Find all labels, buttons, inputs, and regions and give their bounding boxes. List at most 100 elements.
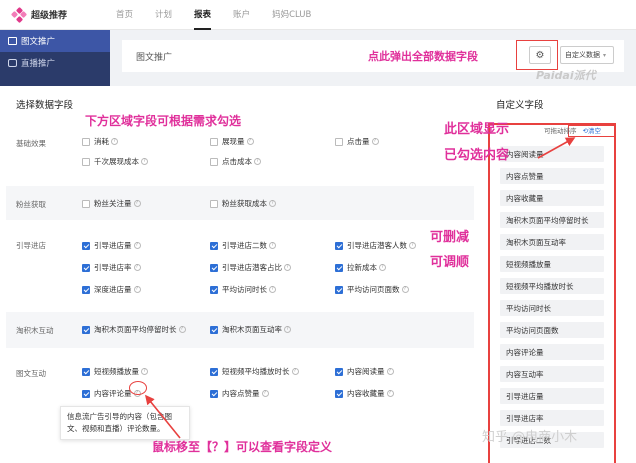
help-icon[interactable]: ?: [261, 390, 269, 397]
checkbox[interactable]: [82, 157, 90, 166]
help-icon[interactable]: ?: [386, 390, 394, 397]
field-clicks[interactable]: 点击量?: [335, 136, 379, 147]
help-icon[interactable]: ?: [409, 242, 416, 249]
checkbox-checked[interactable]: [210, 241, 218, 250]
help-icon[interactable]: ?: [133, 242, 141, 249]
field-taojimu-dwell[interactable]: 淘积木页面平均停留时长?: [82, 324, 186, 335]
help-icon[interactable]: ?: [133, 286, 141, 293]
help-icon[interactable]: ?: [284, 326, 291, 333]
custom-field-chip[interactable]: 淘积木页面平均停留时长: [500, 212, 604, 228]
logo[interactable]: 超级推荐: [10, 6, 116, 23]
checkbox[interactable]: [335, 137, 343, 146]
custom-field-chip[interactable]: 内容收藏量: [500, 190, 604, 206]
custom-field-chip[interactable]: 内容阅读量: [500, 146, 604, 162]
watermark-zhihu: 知乎 @电商小木: [482, 430, 578, 445]
checkbox-checked[interactable]: [210, 389, 218, 398]
field-cpc[interactable]: 点击成本?: [210, 156, 261, 167]
checkbox[interactable]: [82, 199, 90, 208]
field-content-favorites[interactable]: 内容收藏量?: [335, 388, 394, 399]
help-icon[interactable]: ?: [178, 326, 186, 333]
field-avg-visit-time[interactable]: 平均访问时长?: [210, 284, 276, 295]
field-store-prospects[interactable]: 引导进店潜客人数?: [335, 240, 416, 251]
field-acquisition-cost[interactable]: 拉新成本?: [335, 262, 386, 273]
checkbox-checked[interactable]: [210, 263, 218, 272]
field-prospect-ratio[interactable]: 引导进店潜客占比?: [210, 262, 291, 273]
field-consume[interactable]: 消耗?: [82, 136, 118, 147]
checkbox-checked[interactable]: [82, 367, 90, 376]
help-icon[interactable]: ?: [386, 368, 394, 375]
checkbox[interactable]: [82, 137, 90, 146]
checkbox-checked[interactable]: [335, 285, 343, 294]
nav-club[interactable]: 妈妈CLUB: [272, 0, 311, 30]
field-video-plays[interactable]: 短视频播放量?: [82, 366, 148, 377]
field-store-visit-count[interactable]: 引导进店二数?: [210, 240, 276, 251]
help-icon[interactable]: ?: [111, 138, 118, 145]
help-icon[interactable]: ?: [254, 158, 261, 165]
field-settings-button[interactable]: ⚙: [529, 46, 551, 64]
help-icon[interactable]: ?: [284, 264, 291, 271]
checkbox-checked[interactable]: [210, 325, 218, 334]
help-icon[interactable]: ?: [269, 242, 276, 249]
custom-field-chip[interactable]: 短视频平均播放时长: [500, 278, 604, 294]
help-icon[interactable]: ?: [246, 138, 254, 145]
help-icon[interactable]: ?: [141, 158, 148, 165]
custom-field-chip[interactable]: 平均访问时长: [500, 300, 604, 316]
checkbox-checked[interactable]: [82, 325, 90, 334]
sidebar-item-image-text[interactable]: 图文推广: [0, 30, 110, 52]
checkbox-checked[interactable]: [210, 285, 218, 294]
field-store-visit-rate[interactable]: 引导进店率?: [82, 262, 141, 273]
checkbox[interactable]: [210, 157, 218, 166]
checkbox-checked[interactable]: [335, 241, 343, 250]
nav-report[interactable]: 报表: [194, 0, 212, 30]
custom-field-chip[interactable]: 平均访问页面数: [500, 322, 604, 338]
field-label: 引导进店潜客人数: [347, 241, 407, 250]
help-icon[interactable]: ?: [269, 286, 276, 293]
field-label: 淘积木页面平均停留时长: [94, 325, 177, 334]
field-label: 引导进店潜客占比: [222, 263, 282, 272]
field-content-likes[interactable]: 内容点赞量?: [210, 388, 269, 399]
custom-field-chip[interactable]: 短视频播放量: [500, 256, 604, 272]
custom-field-chip[interactable]: 内容点赞量: [500, 168, 604, 184]
sidebar-item-live[interactable]: 直播推广: [0, 52, 110, 74]
help-icon[interactable]: ?: [133, 200, 141, 207]
field-avg-pages[interactable]: 平均访问页面数?: [335, 284, 409, 295]
clear-link[interactable]: ⟲清空: [583, 127, 601, 135]
category-name: 图文互动: [16, 369, 46, 378]
nav-plan[interactable]: 计划: [155, 0, 172, 30]
help-icon[interactable]: ?: [371, 138, 379, 145]
custom-field-chip[interactable]: 引导进店量: [500, 388, 604, 404]
help-icon[interactable]: ?: [379, 264, 386, 271]
field-taojimu-interact[interactable]: 淘积木页面互动率?: [210, 324, 291, 335]
checkbox[interactable]: [210, 199, 218, 208]
custom-field-chip[interactable]: 引导进店率: [500, 410, 604, 426]
checkbox-checked[interactable]: [335, 263, 343, 272]
checkbox-checked[interactable]: [210, 367, 218, 376]
field-video-avg-time[interactable]: 短视频平均播放时长?: [210, 366, 299, 377]
help-icon[interactable]: ?: [269, 200, 276, 207]
nav-account[interactable]: 账户: [233, 0, 250, 30]
help-icon[interactable]: ?: [291, 368, 299, 375]
custom-data-select[interactable]: 自定义数据 ▾: [560, 46, 614, 64]
field-content-reads[interactable]: 内容阅读量?: [335, 366, 394, 377]
custom-field-chip[interactable]: 淘积木页面互动率: [500, 234, 604, 250]
checkbox[interactable]: [210, 137, 218, 146]
field-deep-visits[interactable]: 深度进店量?: [82, 284, 141, 295]
checkbox-checked[interactable]: [335, 389, 343, 398]
field-fans-follow[interactable]: 粉丝关注量?: [82, 198, 141, 209]
checkbox-checked[interactable]: [82, 241, 90, 250]
logo-icon: [10, 6, 28, 23]
field-fans-cost[interactable]: 粉丝获取成本?: [210, 198, 276, 209]
help-icon[interactable]: ?: [401, 286, 409, 293]
checkbox-checked[interactable]: [82, 389, 90, 398]
custom-field-chip[interactable]: 内容评论量: [500, 344, 604, 360]
checkbox-checked[interactable]: [82, 263, 90, 272]
checkbox-checked[interactable]: [82, 285, 90, 294]
checkbox-checked[interactable]: [335, 367, 343, 376]
help-icon[interactable]: ?: [133, 264, 141, 271]
help-icon[interactable]: ?: [141, 368, 148, 375]
field-store-visits[interactable]: 引导进店量?: [82, 240, 141, 251]
nav-home[interactable]: 首页: [116, 0, 133, 30]
field-cpm[interactable]: 千次展现成本?: [82, 156, 148, 167]
field-impressions[interactable]: 展现量?: [210, 136, 254, 147]
custom-field-chip[interactable]: 内容互动率: [500, 366, 604, 382]
